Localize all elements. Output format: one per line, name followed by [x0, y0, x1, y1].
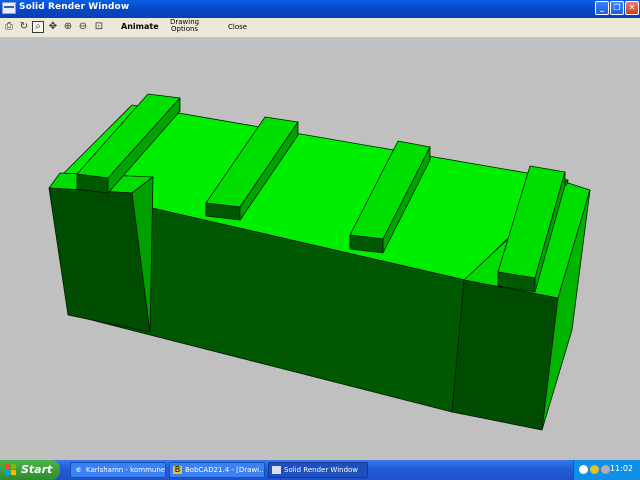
maximize-button[interactable]: ❐ [610, 1, 624, 15]
minimize-button[interactable]: _ [595, 1, 609, 15]
security-icon[interactable] [590, 465, 599, 474]
render-window-icon [272, 466, 281, 474]
bobcad-icon: B [173, 465, 182, 474]
ie-icon: e [76, 465, 81, 474]
start-button[interactable]: Start [0, 460, 60, 480]
pan-icon[interactable]: ✥ [47, 21, 59, 33]
render-canvas[interactable] [0, 38, 640, 460]
close-window-button[interactable]: ✕ [625, 1, 639, 15]
close-button[interactable]: Close [228, 23, 247, 31]
taskbar-item-karlshamn[interactable]: e Karlshamn - kommune... [70, 462, 166, 478]
windows-logo-icon [5, 464, 17, 476]
taskbar-item-label: Karlshamn - kommune... [86, 466, 166, 474]
print-icon[interactable]: ⎙ [3, 21, 15, 33]
app-window-icon [2, 2, 16, 14]
animate-button[interactable]: Animate [121, 22, 159, 31]
volume-icon[interactable] [601, 465, 610, 474]
network-icon[interactable] [579, 465, 588, 474]
clock: 11:02 [609, 464, 633, 473]
crate-model [48, 93, 591, 431]
taskbar-item-label: Solid Render Window [284, 466, 359, 474]
taskbar-item-label: BobCAD21.4 - [Drawi... [185, 466, 265, 474]
taskbar-item-bobcad[interactable]: B BobCAD21.4 - [Drawi... [169, 462, 265, 478]
drawing-options-button[interactable]: Drawing Options [170, 19, 199, 33]
title-bar[interactable]: Solid Render Window _ ❐ ✕ [0, 0, 640, 18]
zoom-window-icon[interactable]: ⌕ [32, 21, 44, 33]
taskbar-item-solid-render[interactable]: Solid Render Window [268, 462, 368, 478]
system-tray: 11:02 [573, 460, 640, 480]
taskbar: Start e Karlshamn - kommune... B BobCAD2… [0, 460, 640, 480]
redraw-icon[interactable]: ↻ [18, 21, 30, 33]
start-label: Start [21, 463, 53, 476]
zoom-extents-icon[interactable]: ⊡ [93, 21, 105, 33]
right-endcap-front [451, 279, 559, 431]
toolbar: ⎙ ↻ ⌕ ✥ ⊕ ⊖ ⊡ Animate Drawing Options Cl… [0, 18, 640, 38]
zoom-out-icon[interactable]: ⊖ [77, 21, 89, 33]
drawing-options-line2: Options [171, 25, 199, 33]
window-title: Solid Render Window [19, 2, 130, 12]
zoom-in-icon[interactable]: ⊕ [62, 21, 74, 33]
